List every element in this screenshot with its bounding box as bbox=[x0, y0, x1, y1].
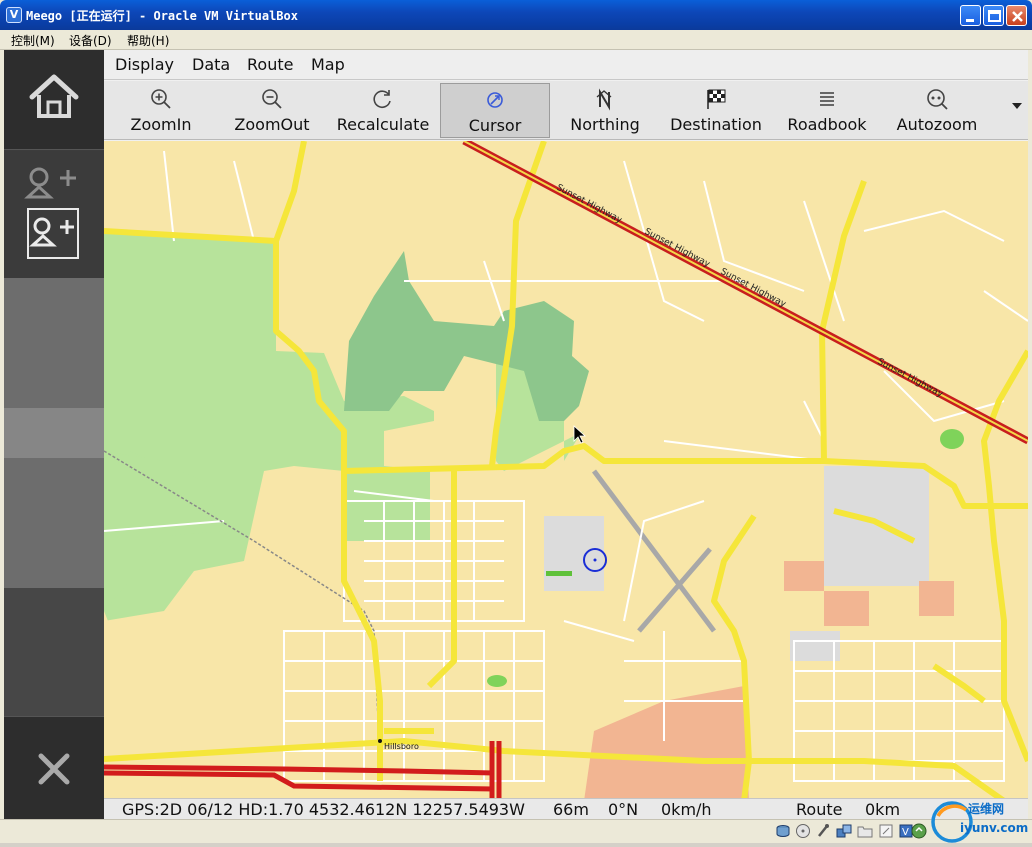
autozoom-icon bbox=[927, 89, 948, 110]
menu-map[interactable]: Map bbox=[311, 55, 345, 74]
altitude-readout: 66m bbox=[553, 800, 589, 819]
airport-area bbox=[824, 466, 929, 586]
autozoom-button[interactable]: Autozoom bbox=[882, 83, 992, 138]
cursor-icon bbox=[487, 92, 503, 108]
checkered-flag-icon bbox=[707, 89, 726, 109]
menu-route[interactable]: Route bbox=[247, 55, 293, 74]
roadbook-button[interactable]: Roadbook bbox=[772, 83, 882, 138]
sidebar-slot[interactable] bbox=[4, 458, 104, 588]
list-icon bbox=[820, 92, 834, 106]
video-capture-icon[interactable] bbox=[878, 823, 894, 839]
route-label: Route bbox=[796, 800, 843, 819]
host-menu-bar: 控制(M) 设备(D) 帮助(H) bbox=[0, 30, 1032, 50]
watermark-brand: 运维网 bbox=[968, 801, 1004, 816]
tool-label: ZoomIn bbox=[130, 115, 192, 134]
tool-label: Recalculate bbox=[336, 115, 430, 134]
host-menu-devices[interactable]: 设备(D) bbox=[69, 32, 112, 49]
place-label: Hillsboro bbox=[384, 742, 419, 751]
home-button[interactable] bbox=[4, 50, 104, 150]
sidebar-slot[interactable] bbox=[4, 408, 104, 458]
optical-drive-icon[interactable] bbox=[795, 823, 811, 839]
gps-readout: GPS:2D 06/12 HD:1.70 4532.4612N 12257.54… bbox=[122, 800, 525, 819]
navit-app: Display Data Route Map ZoomIn ZoomOut Re… bbox=[104, 50, 1028, 819]
meego-sidebar bbox=[4, 50, 104, 819]
mouse-integration-icon[interactable] bbox=[911, 823, 927, 839]
virtualbox-window: V Meego [正在运行] - Oracle VM VirtualBox 控制… bbox=[0, 0, 1032, 843]
airport-area bbox=[544, 516, 604, 591]
minimize-button[interactable] bbox=[960, 5, 981, 26]
site-watermark: 运维网 iyunv.com bbox=[928, 796, 1032, 843]
toolbar-overflow-icon[interactable] bbox=[1012, 103, 1022, 109]
status-bar: GPS:2D 06/12 HD:1.70 4532.4612N 12257.54… bbox=[104, 798, 1028, 819]
sidebar-slot[interactable] bbox=[4, 588, 104, 716]
home-icon bbox=[29, 74, 79, 118]
destination-button[interactable]: Destination bbox=[660, 83, 772, 138]
watermark-url: iyunv.com bbox=[960, 821, 1028, 835]
zoom-in-button[interactable]: ZoomIn bbox=[106, 83, 216, 138]
zoom-in-icon bbox=[151, 89, 171, 109]
window-title: Meego [正在运行] - Oracle VM VirtualBox bbox=[26, 9, 298, 23]
menu-display[interactable]: Display bbox=[115, 55, 174, 74]
host-menu-help[interactable]: 帮助(H) bbox=[127, 32, 169, 49]
usb-icon[interactable] bbox=[815, 823, 831, 839]
tool-label: Cursor bbox=[468, 116, 522, 135]
guest-display: Display Data Route Map ZoomIn ZoomOut Re… bbox=[4, 50, 1028, 819]
title-bar[interactable]: V Meego [正在运行] - Oracle VM VirtualBox bbox=[0, 0, 1032, 30]
host-status-bar: V bbox=[0, 819, 1032, 843]
cursor-button[interactable]: Cursor bbox=[440, 83, 550, 138]
map-canvas[interactable]: Sunset Highway Sunset Highway Sunset Hig… bbox=[104, 141, 1028, 801]
menu-data[interactable]: Data bbox=[192, 55, 230, 74]
close-window-button[interactable] bbox=[1006, 5, 1027, 26]
contacts-panel bbox=[4, 151, 104, 278]
virtualbox-icon: V bbox=[6, 7, 22, 23]
tool-label: Autozoom bbox=[896, 115, 978, 134]
add-contact-icon[interactable] bbox=[4, 151, 104, 278]
close-app-button[interactable] bbox=[4, 716, 104, 819]
hard-disk-icon[interactable] bbox=[775, 823, 791, 839]
toolbar: ZoomIn ZoomOut Recalculate Cursor Northi… bbox=[104, 81, 1028, 140]
zoom-out-button[interactable]: ZoomOut bbox=[216, 83, 328, 138]
host-menu-control[interactable]: 控制(M) bbox=[11, 32, 55, 49]
tool-label: Destination bbox=[670, 115, 762, 134]
network-icon[interactable] bbox=[836, 823, 852, 839]
shared-folder-icon[interactable] bbox=[857, 823, 873, 839]
northing-button[interactable]: Northing bbox=[550, 83, 660, 138]
north-icon bbox=[596, 88, 612, 111]
app-menu-bar: Display Data Route Map bbox=[104, 50, 1028, 80]
tool-label: Roadbook bbox=[787, 115, 867, 134]
tool-label: Northing bbox=[570, 115, 640, 134]
route-distance: 0km bbox=[865, 800, 901, 819]
speed-readout: 0km/h bbox=[661, 800, 712, 819]
zoom-out-icon bbox=[262, 89, 282, 109]
close-icon bbox=[38, 753, 70, 785]
maximize-button[interactable] bbox=[983, 5, 1004, 26]
svg-text:V: V bbox=[902, 827, 909, 838]
refresh-icon bbox=[373, 90, 391, 108]
recalculate-button[interactable]: Recalculate bbox=[328, 83, 438, 138]
heading-readout: 0°N bbox=[608, 800, 639, 819]
map-view[interactable]: Sunset Highway Sunset Highway Sunset Hig… bbox=[104, 141, 1028, 801]
sidebar-slot[interactable] bbox=[4, 278, 104, 408]
tool-label: ZoomOut bbox=[234, 115, 310, 134]
